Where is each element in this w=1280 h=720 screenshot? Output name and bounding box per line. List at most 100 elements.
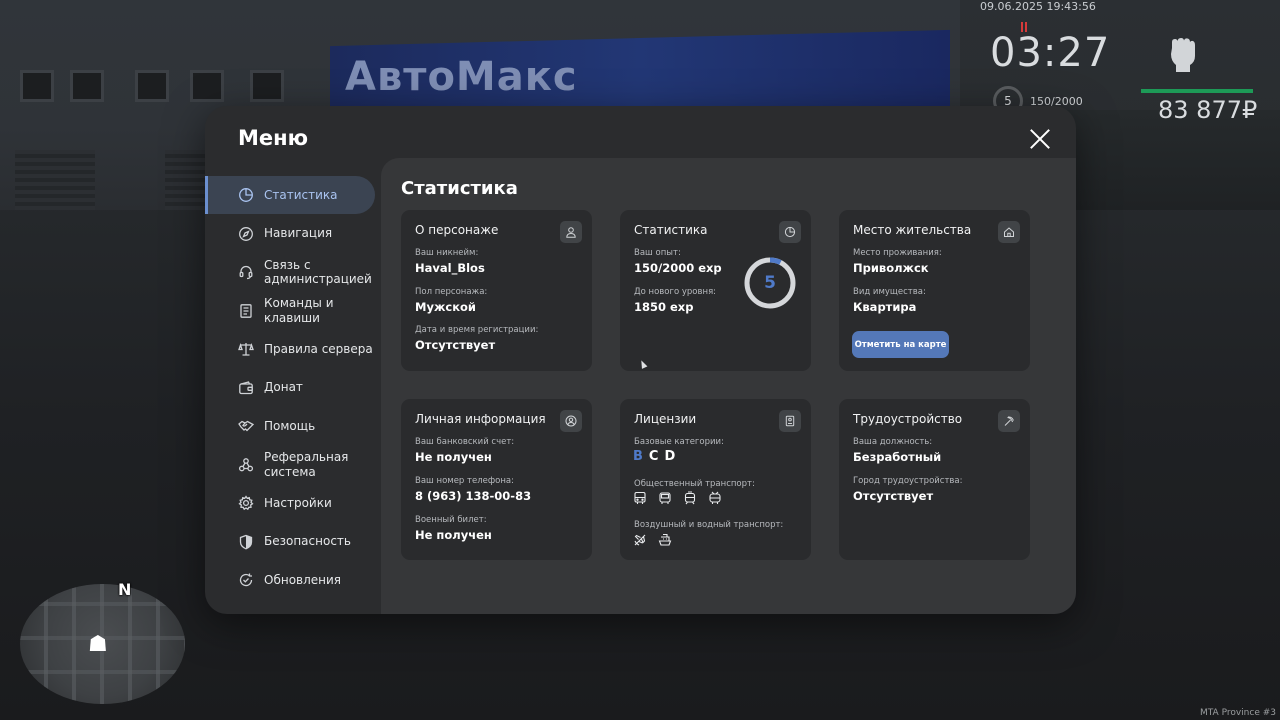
field-employment-city: Город трудоустройства: Отсутствует (853, 476, 963, 503)
field-position: Ваша должность: Безработный (853, 437, 941, 464)
field-value: 8 (963) 138-00-83 (415, 489, 532, 503)
field-value: Безработный (853, 450, 942, 464)
fist-icon (1171, 38, 1195, 72)
sidebar-item-label: Обновления (264, 572, 342, 587)
field-next-level: До нового уровня: 1850 exp (634, 287, 716, 314)
field-exp: Ваш опыт: 150/2000 exp (634, 248, 722, 275)
sidebar-item-admin-contact[interactable]: Связь с администрацией (205, 253, 375, 291)
user-icon (560, 221, 582, 243)
field-air-water-transport: Воздушный и водный транспорт: (634, 520, 783, 530)
field-military-id: Военный билет: Не получен (415, 515, 492, 542)
field-label: Ваш никнейм: (415, 248, 479, 258)
field-label: Ваша должность: (853, 437, 933, 447)
sidebar-item-donate[interactable]: Донат (205, 369, 375, 407)
field-label: Общественный транспорт: (634, 479, 755, 489)
sidebar-item-commands[interactable]: Команды и клавиши (205, 292, 375, 330)
sidebar-item-rules[interactable]: Правила сервера (205, 330, 375, 368)
card-employment: Трудоустройство Ваша должность: Безработ… (839, 399, 1030, 560)
sidebar-item-help[interactable]: Помощь (205, 407, 375, 445)
field-label: Ваш банковский счет: (415, 437, 515, 447)
home-icon (998, 221, 1020, 243)
card-character: О персонаже Ваш никнейм: Haval_Blos Пол … (401, 210, 592, 371)
sidebar-item-label: Безопасность (264, 534, 351, 549)
field-place: Место проживания: Приволжск (853, 248, 942, 275)
field-label: Место проживания: (853, 248, 942, 258)
field-label: Ваш опыт: (634, 248, 681, 258)
card-title: О персонаже (415, 223, 499, 237)
handshake-icon (237, 417, 255, 435)
field-value: 1850 exp (634, 300, 694, 314)
building-window (250, 70, 284, 102)
user-circle-icon (560, 410, 582, 432)
building-window (70, 70, 104, 102)
field-bank-account: Ваш банковский счет: Не получен (415, 437, 514, 464)
minimap-north-label: N (118, 580, 132, 599)
card-personal-info: Личная информация Ваш банковский счет: Н… (401, 399, 592, 560)
sidebar-item-settings[interactable]: Настройки (205, 484, 375, 522)
document-icon (237, 302, 255, 320)
field-base-categories: Базовые категории: (634, 437, 724, 447)
scales-icon (237, 340, 255, 358)
field-label: Военный билет: (415, 515, 487, 525)
tram-icon (683, 491, 697, 505)
pie-chart-icon (779, 221, 801, 243)
bus-front-icon (658, 491, 672, 505)
field-value: Не получен (415, 528, 492, 542)
card-title: Статистика (634, 223, 708, 237)
hud-money: 83 877₽ (1158, 96, 1258, 124)
sidebar-item-navigation[interactable]: Навигация (205, 215, 375, 253)
shutter (15, 150, 95, 210)
card-title: Лицензии (634, 412, 697, 426)
headset-icon (237, 263, 255, 281)
shop-sign-text: АвтоМакс (345, 54, 578, 100)
network-icon (237, 456, 255, 474)
field-label: Дата и время регистрации: (415, 325, 539, 335)
sidebar-item-label: Настройки (264, 495, 332, 510)
field-value: Отсутствует (415, 338, 496, 352)
close-button[interactable] (1029, 128, 1051, 150)
field-registration: Дата и время регистрации: Отсутствует (415, 325, 538, 352)
sidebar-item-statistics[interactable]: Статистика (205, 176, 375, 214)
field-phone: Ваш номер телефона: 8 (963) 138-00-83 (415, 476, 531, 503)
sidebar: Статистика Навигация Связь с администрац… (205, 176, 381, 600)
field-value: Haval_Blos (415, 261, 485, 275)
sidebar-item-label: Связь с администрацией (264, 257, 372, 287)
page-title: Статистика (401, 178, 518, 199)
field-label: Город трудоустройства: (853, 476, 963, 486)
license-card-icon (779, 410, 801, 432)
sidebar-item-label: Помощь (264, 418, 316, 433)
menu-title: Меню (238, 126, 309, 150)
sidebar-item-security[interactable]: Безопасность (205, 523, 375, 561)
sidebar-item-referral[interactable]: Реферальная система (205, 446, 375, 484)
field-public-transport: Общественный транспорт: (634, 479, 755, 489)
pie-chart-icon (237, 186, 255, 204)
field-value: Не получен (415, 450, 492, 464)
refresh-check-icon (237, 571, 255, 589)
server-watermark: MTA Province #3 (1199, 708, 1276, 718)
field-gender: Пол персонажа: Мужской (415, 287, 487, 314)
field-nickname: Ваш никнейм: Haval_Blos (415, 248, 485, 275)
field-label: Вид имущества: (853, 287, 926, 297)
building-window (135, 70, 169, 102)
field-value: Мужской (415, 300, 476, 314)
hud-datetime: 09.06.2025 19:43:56 (980, 0, 1096, 13)
field-value: Квартира (853, 300, 917, 314)
field-value: Отсутствует (853, 489, 934, 503)
license-categories: B C D (633, 449, 675, 464)
mark-on-map-button[interactable]: Отметить на карте (852, 331, 949, 358)
license-category-d: D (664, 449, 676, 464)
sidebar-item-label: Статистика (264, 187, 338, 202)
wallet-icon (237, 379, 255, 397)
license-category-b: B (633, 449, 643, 464)
field-label: До нового уровня: (634, 287, 717, 297)
license-category-c: C (648, 449, 659, 464)
building-window (190, 70, 224, 102)
sidebar-item-updates[interactable]: Обновления (205, 561, 375, 599)
card-residence: Место жительства Место проживания: Приво… (839, 210, 1030, 371)
field-label: Ваш номер телефона: (415, 476, 514, 486)
health-bar (1141, 89, 1253, 93)
field-label: Пол персонажа: (415, 287, 488, 297)
sidebar-item-label: Донат (264, 380, 303, 395)
trolleybus-icon (708, 491, 722, 505)
sidebar-item-label: Правила сервера (264, 341, 373, 356)
